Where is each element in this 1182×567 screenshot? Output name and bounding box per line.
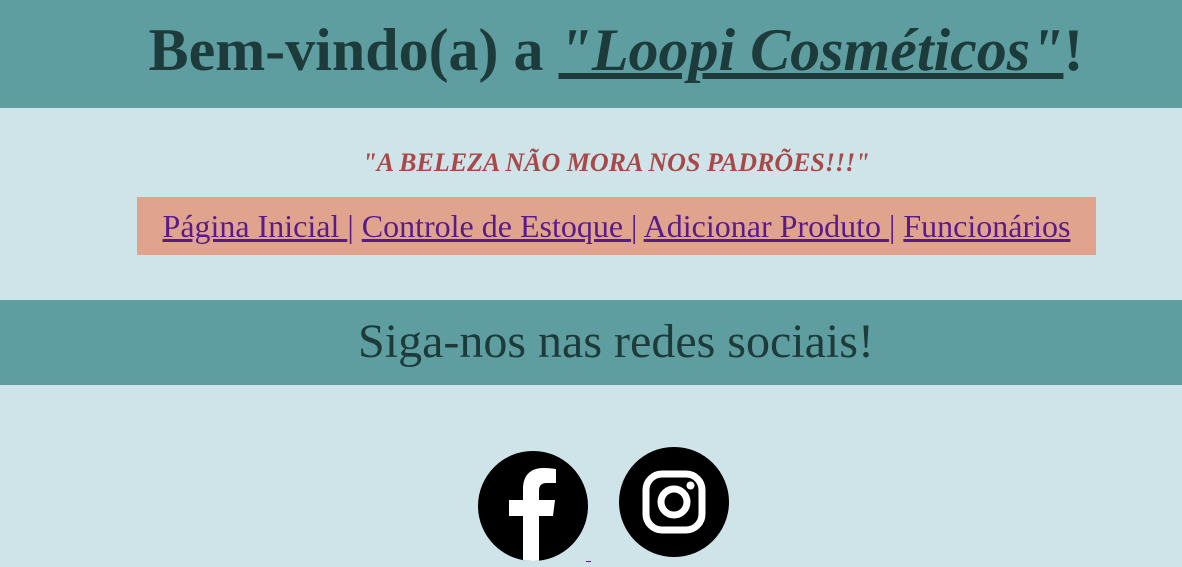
slogan: "A BELEZA NÃO MORA NOS PADRÕES!!!" [362, 148, 870, 177]
instagram-icon [619, 447, 729, 557]
page-title: Bem-vindo(a) a "Loopi Cosméticos"! [0, 14, 1182, 86]
link-underline [586, 561, 591, 562]
instagram-link[interactable] [618, 446, 730, 558]
nav-separator: | [347, 208, 354, 244]
main-nav: Página Inicial | Controle de Estoque | A… [137, 197, 1096, 255]
facebook-link[interactable] [477, 450, 589, 562]
nav-separator: | [888, 208, 896, 244]
brand-link[interactable]: "Loopi Cosméticos" [559, 17, 1064, 83]
facebook-icon [478, 451, 588, 561]
title-suffix: ! [1063, 17, 1084, 83]
nav-link-home[interactable]: Página Inicial [163, 208, 348, 244]
nav-link-stock-control[interactable]: Controle de Estoque [362, 208, 631, 244]
social-title: Siga-nos nas redes sociais! [358, 315, 874, 368]
nav-separator: | [631, 208, 638, 244]
nav-link-employees[interactable]: Funcionários [903, 208, 1070, 244]
nav-link-add-product[interactable]: Adicionar Produto [644, 208, 889, 244]
title-prefix: Bem-vindo(a) a [148, 17, 559, 83]
